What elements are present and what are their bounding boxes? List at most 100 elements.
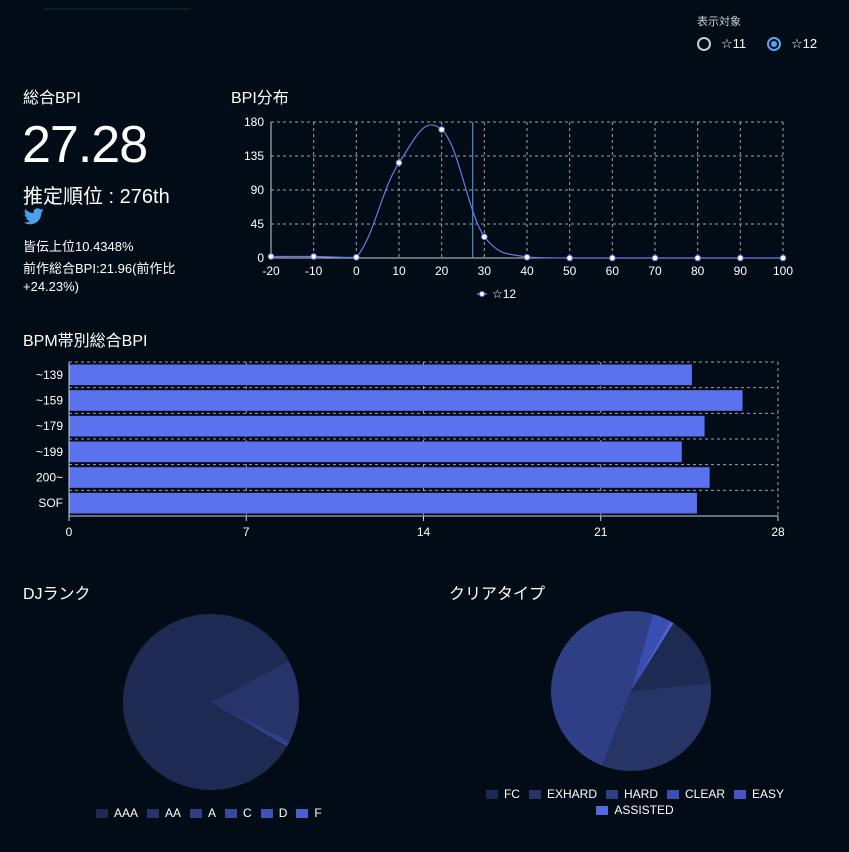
legend-label: CLEAR — [685, 787, 726, 801]
clear-type-legend-item[interactable]: EASY — [734, 787, 784, 801]
x-tick-label: -10 — [305, 264, 323, 278]
bar-5 — [69, 492, 697, 514]
legend-label: FC — [503, 787, 520, 801]
y-tick-label: 90 — [251, 183, 265, 197]
data-point — [481, 233, 488, 241]
dj-rank-legend-item[interactable]: D — [260, 806, 288, 820]
estimated-rank: 推定順位 : 276th — [23, 186, 170, 208]
x-tick-label: 21 — [594, 525, 608, 539]
dj-rank-legend-item[interactable]: AAA — [96, 806, 138, 820]
legend-swatch — [296, 808, 309, 818]
bar-1 — [69, 390, 743, 411]
radio-star12[interactable]: ☆12 — [767, 36, 817, 52]
radio-star11[interactable]: ☆11 — [697, 36, 746, 52]
previous-bpi-ratio-text: +24.23%) — [23, 279, 80, 294]
y-category-label: ~159 — [36, 394, 63, 408]
legend-swatch — [667, 789, 679, 799]
legend-swatch — [147, 808, 160, 818]
x-tick-label: 14 — [417, 525, 431, 539]
y-tick-label: 180 — [244, 115, 264, 129]
legend-label: HARD — [623, 787, 658, 801]
twitter-icon[interactable] — [23, 208, 48, 228]
legend-label: AA — [165, 806, 182, 820]
bpm-chart-title: BPM帯別総合BPI — [23, 333, 148, 350]
x-tick-label: 80 — [691, 264, 705, 278]
dj-rank-legend-item[interactable]: C — [225, 806, 252, 820]
x-tick-label: 30 — [478, 264, 492, 278]
legend-label-star12: ☆12 — [492, 287, 516, 301]
radio-label-star12: ☆12 — [791, 36, 818, 51]
bar-0 — [69, 364, 692, 386]
x-tick-label: 28 — [771, 525, 785, 539]
clear-type-legend-item[interactable]: FC — [485, 787, 520, 801]
radio-label-star11: ☆11 — [721, 36, 747, 51]
view-target-label: 表示対象 — [697, 16, 741, 28]
data-point — [779, 254, 787, 262]
bpm-bar-chart: 0 7 14 21 28 ~139 ~159 ~179 ~199 200~ SOF — [36, 361, 785, 539]
legend-label: C — [243, 806, 252, 820]
x-tick-label: 40 — [520, 264, 534, 278]
legend-swatch — [96, 808, 108, 818]
bpi-distribution-title: BPI分布 — [231, 90, 289, 107]
bar-3 — [69, 441, 682, 463]
clear-type-legend-item[interactable]: CLEAR — [667, 787, 725, 801]
dj-rank-legend-item[interactable]: F — [296, 806, 322, 820]
data-point — [609, 254, 616, 262]
legend-marker-icon — [479, 291, 485, 297]
x-tick-label: 0 — [66, 525, 73, 539]
legend-label: A — [208, 806, 217, 820]
y-tick-label: 135 — [244, 149, 264, 163]
dj-rank-legend-item[interactable]: AA — [147, 806, 181, 820]
y-category-label: 200~ — [36, 471, 63, 485]
clear-type-title: クリアタイプ — [449, 586, 546, 603]
data-point — [438, 126, 445, 133]
y-category-label: SOF — [38, 496, 63, 510]
x-tick-label: 90 — [734, 264, 748, 278]
y-category-label: ~139 — [36, 368, 63, 382]
percentile-text: 皆伝上位10.4348% — [23, 239, 134, 254]
x-tick-label: 60 — [606, 264, 620, 278]
x-tick-label: 50 — [563, 264, 577, 278]
legend-swatch — [190, 808, 203, 818]
clear-type-pie-chart — [550, 610, 711, 771]
legend-label: EXHARD — [546, 787, 597, 801]
data-point — [267, 253, 275, 260]
dj-rank-title: DJランク — [23, 586, 91, 603]
clear-type-legend-item[interactable]: EXHARD — [528, 787, 597, 801]
legend-label: D — [278, 806, 288, 820]
dj-rank-pie-chart — [123, 614, 299, 790]
legend-swatch — [260, 808, 273, 818]
x-tick-label: -20 — [262, 264, 280, 278]
legend-swatch — [485, 789, 498, 799]
x-tick-label: 20 — [435, 264, 449, 278]
dj-rank-legend: AAA AA A C D F — [96, 806, 322, 822]
bar-2 — [69, 415, 705, 437]
total-bpi-title: 総合BPI — [23, 90, 81, 107]
data-point — [694, 254, 701, 262]
legend-swatch — [596, 805, 609, 815]
clear-type-legend: FC EXHARD HARD CLEAR EASY ASSISTED — [470, 787, 800, 819]
legend-swatch — [605, 789, 618, 799]
x-tick-label: 70 — [648, 264, 662, 278]
legend-label: F — [314, 806, 322, 820]
clear-type-legend-item[interactable]: ASSISTED — [596, 803, 674, 817]
x-tick-label: 0 — [353, 264, 360, 278]
legend-label: ASSISTED — [614, 803, 674, 817]
data-point — [353, 253, 360, 261]
y-category-label: ~199 — [36, 445, 63, 459]
legend-label: AAA — [114, 806, 139, 820]
legend-label: EASY — [752, 787, 785, 801]
top-divider — [44, 8, 190, 10]
dj-rank-legend-item[interactable]: A — [190, 806, 216, 820]
y-tick-label: 45 — [251, 217, 265, 231]
radio-circle-star12[interactable] — [767, 37, 781, 51]
data-point — [566, 254, 573, 262]
total-bpi-value: 27.28 — [22, 116, 148, 174]
data-point — [310, 253, 317, 260]
data-point — [651, 254, 659, 262]
legend-swatch — [225, 808, 238, 818]
x-tick-label: 100 — [773, 264, 793, 278]
clear-type-legend-item[interactable]: HARD — [605, 787, 658, 801]
data-point — [523, 253, 531, 261]
radio-circle-star11[interactable] — [697, 37, 711, 51]
